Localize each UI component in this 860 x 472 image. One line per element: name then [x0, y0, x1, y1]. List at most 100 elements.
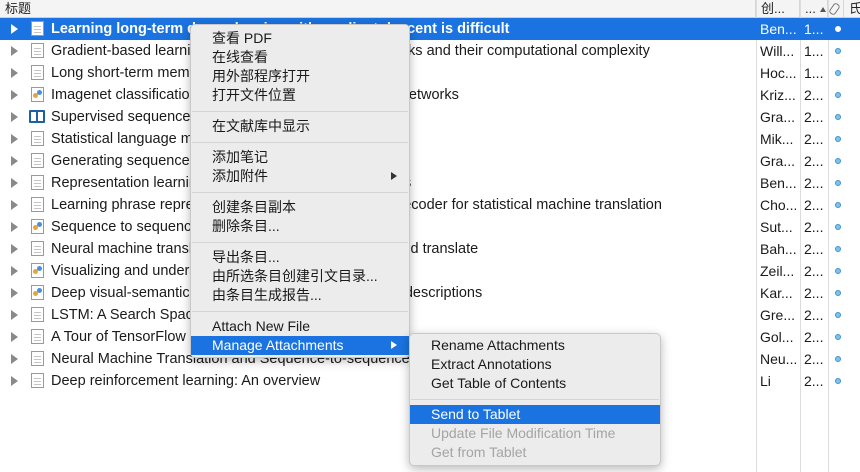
- menu-item-label: 由条目生成报告...: [212, 287, 322, 303]
- attachment-status-dot-icon[interactable]: [835, 268, 841, 274]
- menu-item[interactable]: 添加笔记: [191, 148, 409, 167]
- item-creator: Ben...: [760, 21, 796, 37]
- column-header-date-label: ...: [805, 1, 816, 16]
- table-row[interactable]: Learning long-term dependencies with gra…: [0, 18, 860, 40]
- expand-triangle-icon[interactable]: [11, 222, 18, 232]
- menu-item[interactable]: 在文献库中显示: [191, 117, 409, 136]
- attachment-status-dot-icon[interactable]: [835, 224, 841, 230]
- table-row[interactable]: Sequence to sequence learning with neura…: [0, 216, 860, 238]
- expand-triangle-icon[interactable]: [11, 178, 18, 188]
- submenu-arrow-icon: [391, 172, 397, 180]
- expand-triangle-icon[interactable]: [11, 310, 18, 320]
- document-icon: [31, 131, 44, 146]
- attachment-status-dot-icon[interactable]: [835, 246, 841, 252]
- menu-item[interactable]: 由条目生成报告...: [191, 286, 409, 305]
- attachment-status-dot-icon[interactable]: [835, 356, 841, 362]
- table-row[interactable]: Visualizing and understanding convolutio…: [0, 260, 860, 282]
- expand-triangle-icon[interactable]: [11, 68, 18, 78]
- document-icon: [31, 351, 44, 366]
- menu-item-extract-annotations[interactable]: Extract Annotations: [410, 355, 660, 374]
- menu-item-get-from-tablet[interactable]: Get from Tablet: [410, 443, 660, 462]
- menu-item[interactable]: 添加附件: [191, 167, 409, 186]
- attachment-status-dot-icon[interactable]: [835, 48, 841, 54]
- menu-item-send-to-tablet[interactable]: Send to Tablet: [410, 405, 660, 424]
- table-row[interactable]: Imagenet classification with deep convol…: [0, 84, 860, 106]
- attachment-status-dot-icon[interactable]: [835, 92, 841, 98]
- expand-triangle-icon[interactable]: [11, 376, 18, 386]
- attachment-status-dot-icon[interactable]: [835, 114, 841, 120]
- attachment-status-dot-icon[interactable]: [835, 202, 841, 208]
- column-header-bar: 标题 创... ... 氏: [0, 0, 860, 18]
- expand-triangle-icon[interactable]: [11, 112, 18, 122]
- menu-item-pdf[interactable]: 查看 PDF: [191, 29, 409, 48]
- attachment-status-dot-icon[interactable]: [835, 378, 841, 384]
- attachment-status-dot-icon[interactable]: [835, 158, 841, 164]
- table-row[interactable]: Deep visual-semantic alignments for gene…: [0, 282, 860, 304]
- item-creator: Neu...: [760, 351, 796, 367]
- expand-triangle-icon[interactable]: [11, 90, 18, 100]
- expand-triangle-icon[interactable]: [11, 244, 18, 254]
- attachment-status-dot-icon[interactable]: [835, 26, 841, 32]
- column-header-date[interactable]: ...: [800, 0, 828, 17]
- expand-triangle-icon[interactable]: [11, 134, 18, 144]
- menu-item[interactable]: 在线查看: [191, 48, 409, 67]
- menu-item-label: Manage Attachments: [212, 337, 344, 353]
- context-menu: 查看 PDF 在线查看 用外部程序打开打开文件位置在文献库中显示添加笔记 添加附件创建…: [190, 24, 410, 358]
- attachment-status-dot-icon[interactable]: [835, 290, 841, 296]
- column-header-attachments[interactable]: [828, 0, 844, 17]
- menu-item-get-table-of-contents[interactable]: Get Table of Contents: [410, 374, 660, 393]
- table-row[interactable]: Statistical language models based on neu…: [0, 128, 860, 150]
- table-row[interactable]: Learning phrase representations using RN…: [0, 194, 860, 216]
- document-icon: [31, 241, 44, 256]
- expand-triangle-icon[interactable]: [11, 24, 18, 34]
- menu-separator: [192, 311, 408, 312]
- menu-item-label: 用外部程序打开: [212, 68, 310, 84]
- menu-item-label: 在文献库中显示: [212, 118, 310, 134]
- item-date: 2...: [804, 373, 824, 389]
- menu-item-rename-attachments[interactable]: Rename Attachments: [410, 336, 660, 355]
- table-row[interactable]: Representation learning: A review and ne…: [0, 172, 860, 194]
- item-creator: Ben...: [760, 175, 796, 191]
- expand-triangle-icon[interactable]: [11, 288, 18, 298]
- document-icon: [31, 307, 44, 322]
- menu-item[interactable]: 创建条目副本: [191, 198, 409, 217]
- menu-item-attach-new-file[interactable]: Attach New File: [191, 317, 409, 336]
- menu-item[interactable]: 由所选条目创建引文目录...: [191, 267, 409, 286]
- menu-item[interactable]: 导出条目...: [191, 248, 409, 267]
- column-header-extra[interactable]: 氏: [844, 0, 860, 17]
- attachment-status-dot-icon[interactable]: [835, 180, 841, 186]
- expand-triangle-icon[interactable]: [11, 46, 18, 56]
- manage-attachments-submenu: Rename Attachments Extract Annotations Get…: [409, 333, 661, 466]
- table-row[interactable]: Long short-term memory Hoc... 1...: [0, 62, 860, 84]
- item-title: Deep reinforcement learning: An overview: [51, 373, 321, 389]
- image-attachment-icon: [31, 219, 44, 234]
- attachment-status-dot-icon[interactable]: [835, 312, 841, 318]
- item-creator: Cho...: [760, 197, 796, 213]
- document-icon: [31, 43, 44, 58]
- menu-item-update-file-modification-time[interactable]: Update File Modification Time: [410, 424, 660, 443]
- table-row[interactable]: Supervised sequence labelling Gra... 2...: [0, 106, 860, 128]
- expand-triangle-icon[interactable]: [11, 354, 18, 364]
- item-date: 1...: [804, 21, 824, 37]
- table-row[interactable]: Generating sequences with recurrent neur…: [0, 150, 860, 172]
- menu-item-manage-attachments[interactable]: Manage Attachments: [191, 336, 409, 355]
- table-row[interactable]: Neural machine translation by jointly le…: [0, 238, 860, 260]
- menu-item[interactable]: 用外部程序打开: [191, 67, 409, 86]
- expand-triangle-icon[interactable]: [11, 156, 18, 166]
- expand-triangle-icon[interactable]: [11, 200, 18, 210]
- document-icon: [31, 175, 44, 190]
- attachment-status-dot-icon[interactable]: [835, 70, 841, 76]
- expand-triangle-icon[interactable]: [11, 266, 18, 276]
- document-icon: [31, 197, 44, 212]
- expand-triangle-icon[interactable]: [11, 332, 18, 342]
- document-icon: [31, 153, 44, 168]
- column-header-creator[interactable]: 创...: [756, 0, 800, 17]
- table-row[interactable]: Gradient-based learning algorithms for r…: [0, 40, 860, 62]
- menu-item[interactable]: 删除条目...: [191, 217, 409, 236]
- menu-item-label: 导出条目...: [212, 249, 280, 265]
- column-header-title[interactable]: 标题: [0, 0, 756, 17]
- attachment-status-dot-icon[interactable]: [835, 334, 841, 340]
- attachment-status-dot-icon[interactable]: [835, 136, 841, 142]
- menu-item[interactable]: 打开文件位置: [191, 86, 409, 105]
- table-row[interactable]: LSTM: A Search Space Odyssey Gre... 2...: [0, 304, 860, 326]
